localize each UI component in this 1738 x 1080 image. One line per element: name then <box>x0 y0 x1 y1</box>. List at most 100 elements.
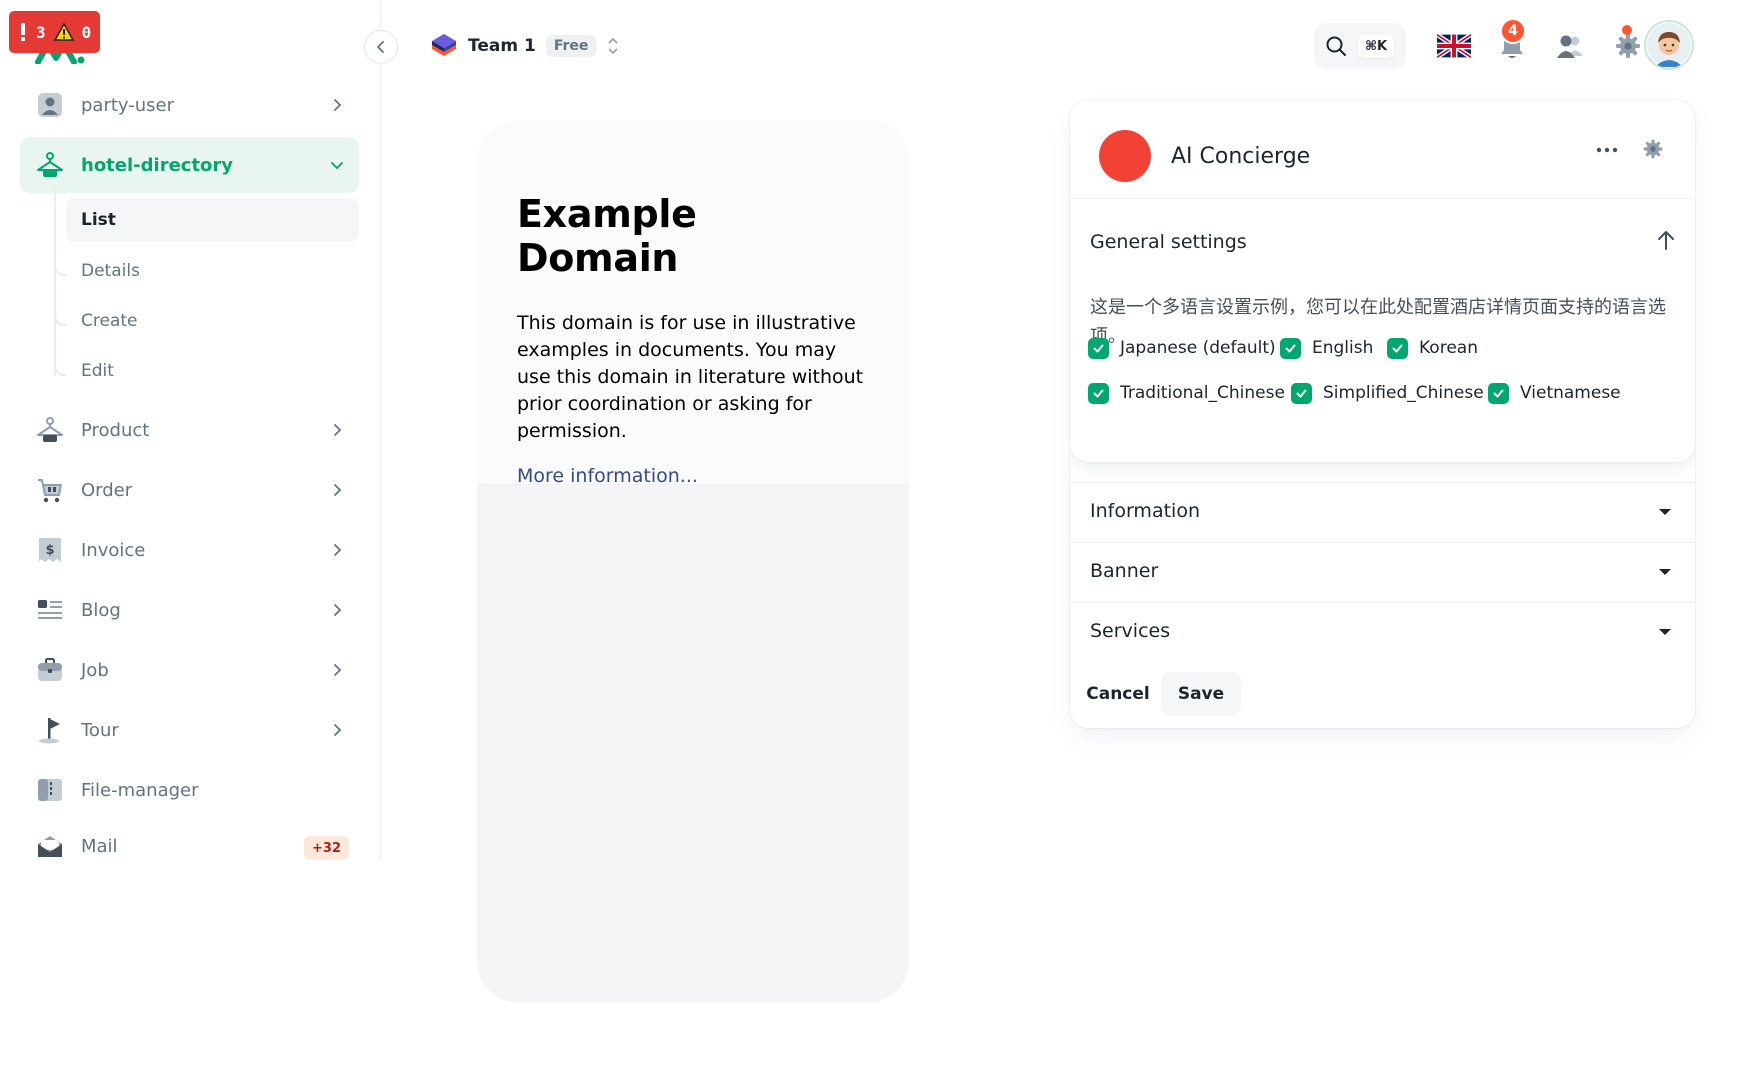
caret-down-icon <box>1659 569 1671 575</box>
accordion-banner[interactable]: Banner <box>1070 542 1695 602</box>
warning-icon <box>53 23 74 41</box>
ai-concierge-avatar <box>1099 130 1151 182</box>
sidebar-item-label: Order <box>81 479 133 501</box>
preview-more-link[interactable]: More information... <box>517 465 698 487</box>
submenu-item-list[interactable]: List <box>66 198 359 242</box>
sidebar-item-label: Invoice <box>81 539 146 561</box>
check-icon <box>1291 382 1312 404</box>
svg-text:$: $ <box>45 543 54 558</box>
contacts-button[interactable] <box>1550 26 1590 66</box>
checkbox-label: Japanese (default) <box>1120 338 1276 358</box>
mail-icon <box>36 832 64 860</box>
preview-body: This domain is for use in illustrative e… <box>517 312 864 442</box>
sidebar-item-label: Job <box>81 659 109 681</box>
divider <box>1070 198 1695 199</box>
error-count: 3 <box>36 22 46 42</box>
cancel-button[interactable]: Cancel <box>1085 672 1151 716</box>
sidebar-item-file-manager[interactable]: File-manager <box>20 762 359 818</box>
sidebar-item-label: Product <box>81 419 150 441</box>
sidebar-item-label: Tour <box>81 719 119 741</box>
submenu-item-label: Details <box>81 261 140 281</box>
search-button[interactable]: ⌘K <box>1314 23 1406 69</box>
gear-icon <box>1643 139 1663 159</box>
check-icon <box>1088 382 1109 404</box>
search-icon <box>1326 36 1346 56</box>
sidebar-item-label: hotel-directory <box>81 154 234 176</box>
sidebar-item-blog[interactable]: Blog <box>20 582 359 638</box>
accordion-label: Banner <box>1090 560 1159 582</box>
check-icon <box>1488 382 1509 404</box>
submenu-item-label: Create <box>81 311 138 331</box>
submenu-item-edit[interactable]: Edit <box>66 349 359 393</box>
sidebar-item-mail[interactable]: Mail +32 <box>20 818 359 860</box>
hanger-icon <box>36 416 64 444</box>
chevron-left-icon <box>376 41 384 53</box>
checkbox-english[interactable]: English <box>1280 335 1373 361</box>
sidebar-item-product[interactable]: Product <box>20 402 359 458</box>
cart-icon <box>36 476 64 504</box>
general-settings-card: AI Concierge General settings 这是一个多语言设置示… <box>1070 100 1695 462</box>
team-logo-icon <box>432 34 456 56</box>
caret-down-icon <box>1659 629 1671 635</box>
checkbox-label: Simplified_Chinese <box>1323 383 1484 403</box>
arrow-up-icon[interactable] <box>1655 228 1677 252</box>
language-button[interactable] <box>1434 26 1474 66</box>
sidebar-item-hotel-directory[interactable]: hotel-directory <box>20 137 359 193</box>
chevron-right-icon <box>334 604 342 616</box>
error-overlay-badge[interactable]: 3 0 <box>9 11 101 53</box>
sidebar-item-party-user[interactable]: party-user <box>20 77 359 133</box>
submenu-item-details[interactable]: Details <box>66 249 359 293</box>
sidebar-item-tour[interactable]: Tour <box>20 702 359 758</box>
checkbox-label: Korean <box>1419 338 1478 358</box>
blog-icon <box>36 596 64 624</box>
team-selector[interactable]: Team 1 Free <box>430 30 620 62</box>
plan-badge: Free <box>545 35 597 57</box>
submenu-item-label: List <box>81 210 116 230</box>
hanger-icon <box>36 151 64 179</box>
checkbox-japanese[interactable]: Japanese (default) <box>1088 335 1276 361</box>
team-name: Team 1 <box>468 36 536 56</box>
checkbox-vietnamese[interactable]: Vietnamese <box>1488 380 1621 406</box>
flag-icon <box>36 716 64 744</box>
sidebar-item-label: Blog <box>81 599 121 621</box>
sidebar-item-job[interactable]: Job <box>20 642 359 698</box>
checkbox-label: Traditional_Chinese <box>1120 383 1285 403</box>
submenu-line <box>54 190 56 375</box>
collapse-sidebar-button[interactable] <box>364 30 398 64</box>
more-options-button[interactable] <box>1592 138 1622 162</box>
more-horizontal-icon <box>1596 147 1618 153</box>
checkbox-label: English <box>1312 338 1374 358</box>
avatar[interactable] <box>1644 20 1694 70</box>
chevron-right-icon <box>334 544 342 556</box>
notification-count-badge: 4 <box>1500 18 1526 44</box>
caret-down-icon <box>1659 509 1671 515</box>
briefcase-icon <box>36 656 64 684</box>
search-shortcut: ⌘K <box>1358 34 1395 58</box>
chevron-right-icon <box>334 484 342 496</box>
submenu-item-create[interactable]: Create <box>66 299 359 343</box>
mail-count-badge: +32 <box>304 836 349 860</box>
sidebar-item-order[interactable]: Order <box>20 462 359 518</box>
sidebar-item-invoice[interactable]: $ Invoice <box>20 522 359 578</box>
chevron-right-icon <box>334 724 342 736</box>
check-icon <box>1088 337 1109 359</box>
check-icon <box>1280 337 1301 359</box>
general-settings-title[interactable]: General settings <box>1090 231 1247 253</box>
sidebar-item-label: File-manager <box>81 779 199 801</box>
submenu-item-label: Edit <box>81 361 114 381</box>
panel-settings-button[interactable] <box>1640 136 1666 162</box>
sidebar-item-label: Mail <box>81 835 118 857</box>
accordion-information[interactable]: Information <box>1070 482 1695 542</box>
checkbox-label: Vietnamese <box>1520 383 1621 403</box>
error-icon <box>21 23 25 41</box>
checkbox-simplified-chinese[interactable]: Simplified_Chinese <box>1291 380 1484 406</box>
users-icon <box>1557 35 1583 58</box>
chevron-right-icon <box>334 99 342 111</box>
save-button[interactable]: Save <box>1161 672 1241 716</box>
checkbox-korean[interactable]: Korean <box>1387 335 1478 361</box>
sidebar-item-label: party-user <box>81 94 175 116</box>
gear-icon <box>1616 34 1640 58</box>
accordion-services[interactable]: Services <box>1070 602 1695 662</box>
panel-title: AI Concierge <box>1171 144 1311 169</box>
checkbox-traditional-chinese[interactable]: Traditional_Chinese <box>1088 380 1285 406</box>
